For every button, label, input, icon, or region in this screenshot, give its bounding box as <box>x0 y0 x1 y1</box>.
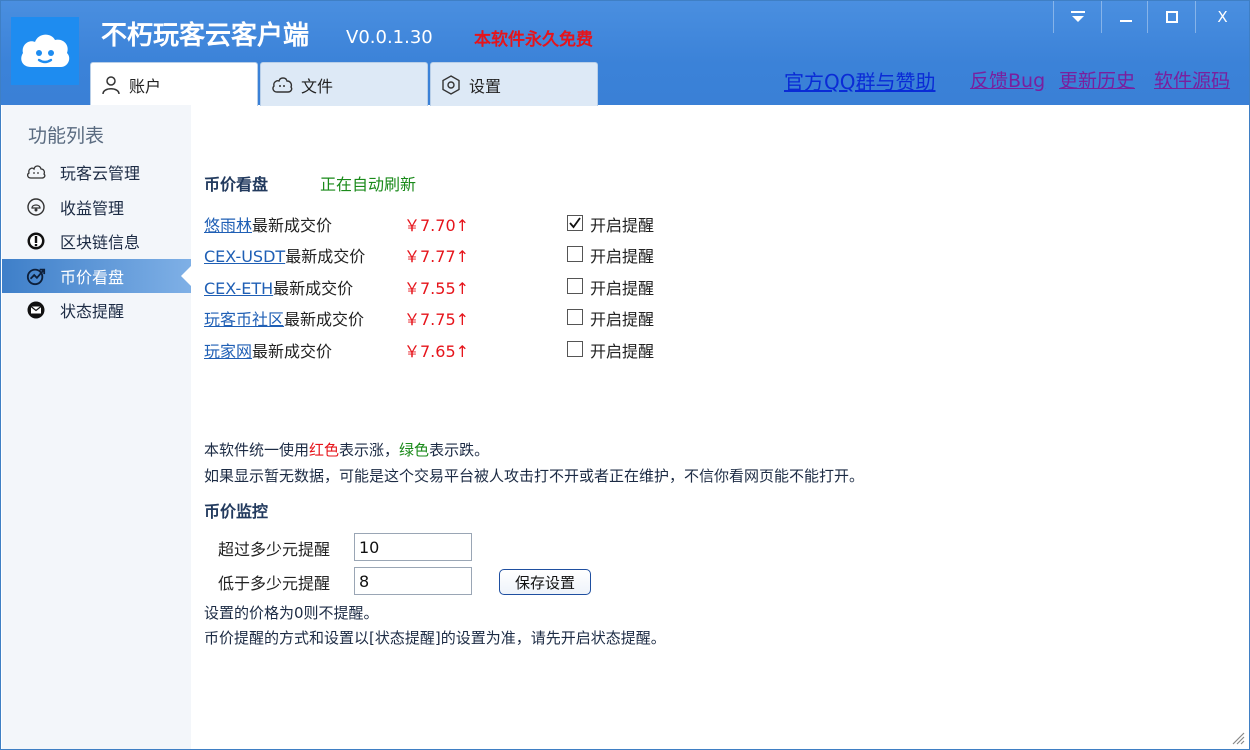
chart-icon <box>26 266 46 286</box>
reminder-checkbox[interactable] <box>567 215 583 231</box>
tab-settings[interactable]: 设置 <box>430 62 598 106</box>
price-value: ￥7.75↑ <box>404 310 470 329</box>
feedback-link[interactable]: 反馈Bug <box>970 66 1045 93</box>
source-suffix: 最新成交价 <box>284 310 365 329</box>
sidebar-item-label: 币价看盘 <box>60 268 125 287</box>
zero-hint: 设置的价格为0则不提醒。 <box>204 604 379 622</box>
minimize-button[interactable] <box>1101 1 1149 33</box>
tab-account-label: 账户 <box>129 76 162 96</box>
reminder-checkbox[interactable] <box>567 278 583 294</box>
auto-refresh-status: 正在自动刷新 <box>320 175 417 194</box>
note-text: 本软件统一使用 <box>204 441 310 459</box>
price-value: ￥7.70↑ <box>404 216 470 235</box>
monitor-title: 币价监控 <box>204 502 269 521</box>
tab-files-label: 文件 <box>301 76 334 96</box>
main-content: 币价看盘 正在自动刷新 悠雨林最新成交价 ￥7.70↑ 开启提醒 CEX-USD… <box>191 105 1249 749</box>
title-bar: 不朽玩客云客户端 V0.0.1.30 本软件永久免费 X 账户 文件 设置 官方… <box>1 1 1249 106</box>
close-button[interactable]: X <box>1195 1 1249 33</box>
mail-icon <box>26 300 46 320</box>
price-row: 玩家网最新成交价 ￥7.65↑ 开启提醒 <box>204 338 804 362</box>
source-link[interactable]: 悠雨林 <box>204 216 252 235</box>
reminder-label: 开启提醒 <box>590 342 655 361</box>
above-label: 超过多少元提醒 <box>218 540 331 559</box>
source-link[interactable]: CEX-ETH <box>204 279 273 298</box>
tab-files[interactable]: 文件 <box>260 62 428 106</box>
sidebar-item-label: 区块链信息 <box>60 233 141 252</box>
note-text: 表示涨， <box>339 441 400 459</box>
price-board-title: 币价看盘 <box>204 175 269 194</box>
app-title: 不朽玩客云客户端 <box>101 21 310 51</box>
reminder-checkbox[interactable] <box>567 246 583 262</box>
cloud-outline-icon <box>26 162 46 182</box>
income-icon <box>26 197 46 217</box>
maximize-button[interactable] <box>1147 1 1195 33</box>
check-icon <box>569 217 581 229</box>
source-suffix: 最新成交价 <box>285 247 366 266</box>
price-row: 悠雨林最新成交价 ￥7.70↑ 开启提醒 <box>204 212 804 236</box>
reminder-checkbox[interactable] <box>567 309 583 325</box>
cloud-logo-icon <box>21 34 70 67</box>
free-note: 本软件永久免费 <box>474 30 593 50</box>
source-suffix: 最新成交价 <box>252 342 333 361</box>
source-link[interactable]: CEX-USDT <box>204 247 285 266</box>
reminder-label: 开启提醒 <box>590 216 655 235</box>
below-price-input[interactable] <box>354 567 472 595</box>
reminder-checkbox[interactable] <box>567 341 583 357</box>
note-green-text: 绿色 <box>399 441 430 459</box>
cloud-icon <box>272 76 293 93</box>
history-link[interactable]: 更新历史 <box>1059 66 1135 93</box>
alert-icon <box>26 231 46 251</box>
minimize-icon <box>1119 20 1132 22</box>
hexagon-settings-icon <box>442 74 460 95</box>
source-link[interactable]: 玩客币社区 <box>204 310 284 329</box>
reminder-label: 开启提醒 <box>590 279 655 298</box>
note-red-text: 红色 <box>309 441 340 459</box>
app-logo <box>11 17 79 85</box>
sidebar-title: 功能列表 <box>28 125 105 147</box>
sidebar-item-income[interactable]: 收益管理 <box>2 190 191 224</box>
user-icon <box>102 75 120 94</box>
source-link[interactable]: 软件源码 <box>1154 66 1230 93</box>
no-data-note: 如果显示暂无数据，可能是这个交易平台被人攻击打不开或者正在维护，不信你看网页能不… <box>204 467 865 485</box>
app-window: 不朽玩客云客户端 V0.0.1.30 本软件永久免费 X 账户 文件 设置 官方… <box>0 0 1250 750</box>
color-note: 本软件统一使用红色表示涨，绿色表示跌。 <box>204 439 489 460</box>
tab-account[interactable]: 账户 <box>90 62 258 106</box>
price-value: ￥7.77↑ <box>404 247 470 266</box>
below-label: 低于多少元提醒 <box>218 574 331 593</box>
save-settings-button[interactable]: 保存设置 <box>499 569 591 595</box>
maximize-icon <box>1165 11 1178 23</box>
sidebar-item-blockchain[interactable]: 区块链信息 <box>2 224 191 258</box>
note-text: 表示跌。 <box>429 441 490 459</box>
above-price-input[interactable] <box>354 533 472 561</box>
price-row: CEX-USDT最新成交价 ￥7.77↑ 开启提醒 <box>204 243 804 267</box>
sidebar-item-label: 状态提醒 <box>60 302 125 321</box>
sidebar-item-cloud-manage[interactable]: 玩客云管理 <box>2 155 191 189</box>
source-suffix: 最新成交价 <box>252 216 333 235</box>
price-row: 玩客币社区最新成交价 ￥7.75↑ 开启提醒 <box>204 306 804 330</box>
app-version: V0.0.1.30 <box>346 27 433 48</box>
qq-group-link[interactable]: 官方QQ群与赞助 <box>784 66 935 95</box>
reminder-label: 开启提醒 <box>590 247 655 266</box>
reminder-label: 开启提醒 <box>590 310 655 329</box>
dropdown-icon <box>1070 11 1085 22</box>
source-suffix: 最新成交价 <box>273 279 354 298</box>
sidebar-item-label: 收益管理 <box>60 199 125 218</box>
sidebar-item-status-alert[interactable]: 状态提醒 <box>2 293 191 327</box>
sidebar-item-price-board[interactable]: 币价看盘 <box>2 259 191 293</box>
price-value: ￥7.65↑ <box>404 342 470 361</box>
menu-dropdown-button[interactable] <box>1053 1 1101 33</box>
status-hint: 币价提醒的方式和设置以[状态提醒]的设置为准，请先开启状态提醒。 <box>204 629 666 647</box>
resize-grip-icon[interactable] <box>1231 731 1245 745</box>
price-value: ￥7.55↑ <box>404 279 470 298</box>
sidebar-item-label: 玩客云管理 <box>60 164 141 183</box>
source-link[interactable]: 玩家网 <box>204 342 252 361</box>
price-row: CEX-ETH最新成交价 ￥7.55↑ 开启提醒 <box>204 275 804 299</box>
sidebar: 功能列表 玩客云管理 收益管理 区块链信息 币价看盘 状态提醒 <box>2 105 191 749</box>
tab-settings-label: 设置 <box>469 76 502 96</box>
